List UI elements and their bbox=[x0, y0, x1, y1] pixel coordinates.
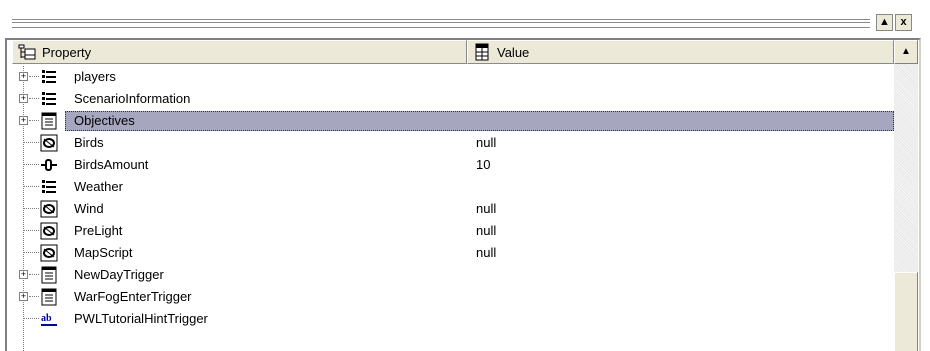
table-row[interactable]: + players bbox=[12, 66, 894, 88]
property-name: PreLight bbox=[74, 223, 123, 238]
property-name: NewDayTrigger bbox=[74, 267, 164, 282]
property-value[interactable]: null bbox=[476, 223, 496, 238]
folder-icon bbox=[42, 92, 56, 105]
property-name: Objectives bbox=[74, 113, 135, 128]
property-name: MapScript bbox=[74, 245, 133, 260]
tree-connector bbox=[24, 164, 39, 166]
string-icon: ab bbox=[41, 313, 57, 326]
selection-highlight bbox=[65, 111, 894, 131]
tree-connector bbox=[29, 76, 39, 78]
table-row[interactable]: + ScenarioInformation bbox=[12, 88, 894, 110]
table-row[interactable]: MapScript null bbox=[12, 242, 894, 264]
expand-icon[interactable]: + bbox=[19, 72, 28, 81]
tree-connector bbox=[24, 230, 39, 232]
object-icon bbox=[40, 134, 58, 152]
window-titlebar: ▲ x bbox=[0, 0, 930, 35]
scroll-up-button[interactable]: ▲ bbox=[894, 40, 918, 64]
property-name: Weather bbox=[74, 179, 123, 194]
tree-connector bbox=[24, 186, 39, 188]
list-icon bbox=[41, 288, 57, 306]
svg-text:ab: ab bbox=[41, 313, 52, 324]
property-column-header[interactable]: Property bbox=[12, 40, 467, 64]
expand-icon[interactable]: + bbox=[19, 94, 28, 103]
value-table-icon bbox=[475, 43, 489, 61]
property-name: WarFogEnterTrigger bbox=[74, 289, 192, 304]
table-row[interactable]: + WarFogEnterTrigger bbox=[12, 286, 894, 308]
number-icon bbox=[41, 159, 57, 171]
tree-connector bbox=[29, 274, 39, 276]
tree-connector bbox=[29, 120, 39, 122]
object-icon bbox=[40, 200, 58, 218]
grid-header: Property Value bbox=[12, 40, 894, 64]
table-row[interactable]: Birds null bbox=[12, 132, 894, 154]
expand-icon[interactable]: + bbox=[19, 270, 28, 279]
tree-connector bbox=[29, 98, 39, 100]
table-row[interactable]: Weather bbox=[12, 176, 894, 198]
tree-connector bbox=[24, 208, 39, 210]
close-button[interactable]: x bbox=[895, 14, 912, 31]
object-icon bbox=[40, 244, 58, 262]
property-value[interactable]: null bbox=[476, 201, 496, 216]
property-name: players bbox=[74, 69, 116, 84]
scroll-thumb[interactable] bbox=[894, 272, 918, 351]
tree-connector bbox=[24, 318, 39, 320]
property-value[interactable]: 10 bbox=[476, 157, 490, 172]
table-row[interactable]: PreLight null bbox=[12, 220, 894, 242]
table-row[interactable]: ab PWLTutorialHintTrigger bbox=[12, 308, 894, 330]
table-row-selected[interactable]: + Objectives bbox=[12, 110, 894, 132]
table-row[interactable]: Wind null bbox=[12, 198, 894, 220]
tree-columns-icon bbox=[18, 44, 36, 60]
value-column-header[interactable]: Value bbox=[467, 40, 894, 64]
folder-icon bbox=[42, 70, 56, 83]
property-name: Wind bbox=[74, 201, 104, 216]
expand-icon[interactable]: + bbox=[19, 116, 28, 125]
property-header-label: Property bbox=[42, 44, 92, 60]
table-row[interactable]: + NewDayTrigger bbox=[12, 264, 894, 286]
expand-icon[interactable]: + bbox=[19, 292, 28, 301]
value-header-label: Value bbox=[497, 44, 530, 60]
vertical-scrollbar[interactable]: ▲ bbox=[894, 40, 918, 351]
property-value[interactable]: null bbox=[476, 135, 496, 150]
tree-connector bbox=[24, 252, 39, 254]
table-row[interactable]: BirdsAmount 10 bbox=[12, 154, 894, 176]
object-icon bbox=[40, 222, 58, 240]
property-name: Birds bbox=[74, 135, 104, 150]
tree-connector bbox=[24, 142, 39, 144]
tree-connector bbox=[29, 296, 39, 298]
list-icon bbox=[41, 112, 57, 130]
pin-button[interactable]: ▲ bbox=[876, 14, 893, 31]
property-name: PWLTutorialHintTrigger bbox=[74, 311, 208, 326]
list-icon bbox=[41, 266, 57, 284]
property-value[interactable]: null bbox=[476, 245, 496, 260]
property-name: ScenarioInformation bbox=[74, 91, 191, 106]
property-grid-window: ▲ x Property Value + players + ScenarioI… bbox=[0, 0, 930, 351]
titlebar-grip[interactable] bbox=[12, 19, 870, 28]
folder-icon bbox=[42, 180, 56, 193]
property-name: BirdsAmount bbox=[74, 157, 149, 172]
